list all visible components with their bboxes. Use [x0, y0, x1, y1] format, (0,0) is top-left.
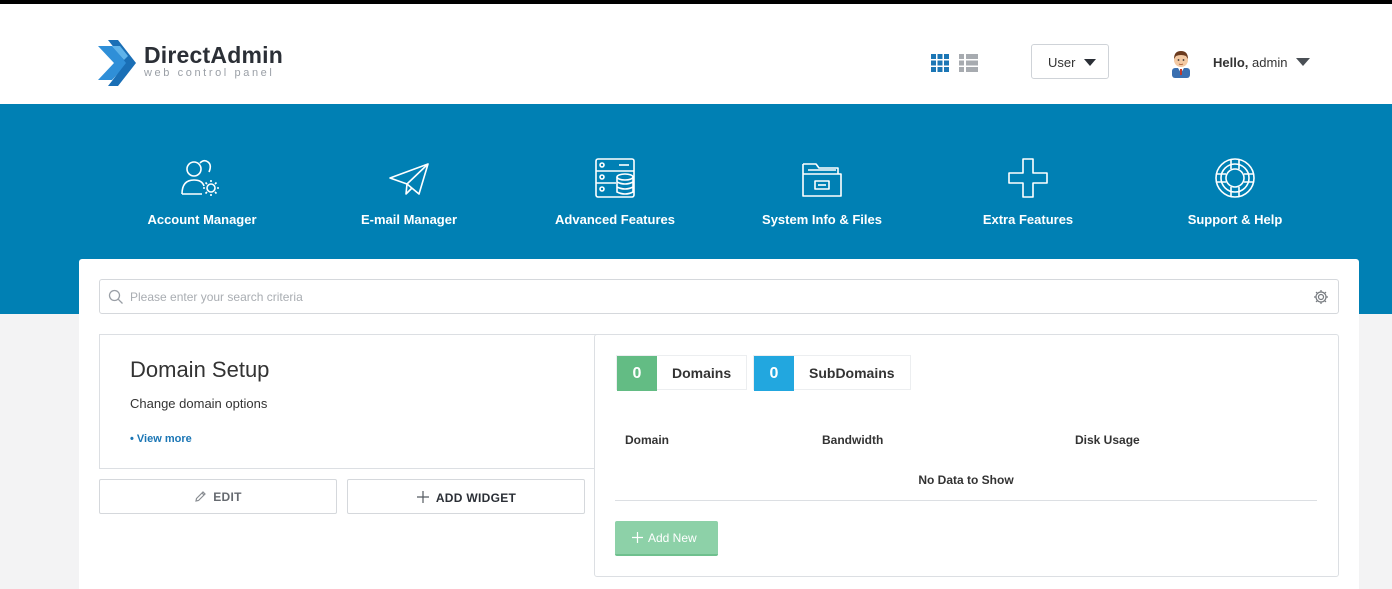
search-input[interactable]: [130, 287, 1300, 307]
logo-title: DirectAdmin: [144, 42, 283, 68]
greeting-label: Hello,: [1213, 55, 1249, 70]
nav-account-manager[interactable]: Account Manager: [102, 156, 302, 236]
add-new-label: Add New: [648, 531, 697, 545]
role-select-value: User: [1048, 55, 1076, 70]
nav-label: E-mail Manager: [360, 212, 458, 227]
search-icon: [108, 289, 123, 304]
nav-support-help[interactable]: Support & Help: [1135, 156, 1335, 236]
avatar[interactable]: [1169, 48, 1193, 78]
user-greeting[interactable]: Hello, admin: [1213, 55, 1287, 70]
subdomains-stat-label: SubDomains: [809, 365, 895, 381]
plus-icon: [632, 532, 643, 543]
view-more-link[interactable]: • View more: [130, 433, 192, 445]
nav-label: Support & Help: [1187, 212, 1283, 227]
nav-label: Extra Features: [982, 212, 1074, 227]
widget-title: Domain Setup: [130, 357, 270, 382]
header: DirectAdmin web control panel User Hello…: [0, 4, 1392, 104]
folder-icon: [802, 163, 842, 197]
edit-label: EDIT: [213, 490, 242, 504]
domain-setup-widget: Domain Setup Change domain options • Vie…: [99, 334, 599, 469]
server-database-icon: [595, 158, 635, 198]
logo-subtitle: web control panel: [144, 67, 275, 79]
gear-icon[interactable]: [1313, 289, 1329, 305]
table-divider: [615, 500, 1317, 501]
nav-label: System Info & Files: [762, 212, 882, 227]
lifebuoy-icon: [1215, 158, 1255, 198]
domains-stat[interactable]: 0 Domains: [616, 355, 747, 391]
column-header-bandwidth[interactable]: Bandwidth: [822, 433, 883, 447]
subdomains-count: 0: [754, 356, 794, 391]
domains-count: 0: [617, 356, 657, 391]
paper-plane-icon: [389, 163, 429, 195]
subdomains-stat[interactable]: 0 SubDomains: [753, 355, 911, 391]
user-menu-caret-icon[interactable]: [1296, 58, 1310, 66]
add-widget-button[interactable]: ADD WIDGET: [347, 479, 585, 514]
plus-icon: [1008, 158, 1048, 198]
plus-icon: [416, 491, 429, 503]
role-select[interactable]: User: [1031, 44, 1109, 79]
column-header-domain[interactable]: Domain: [625, 433, 669, 447]
caret-down-icon: [1084, 59, 1096, 66]
nav-label: Advanced Features: [555, 212, 675, 227]
nav-system-info-files[interactable]: System Info & Files: [722, 156, 922, 236]
list-view-icon[interactable]: [959, 54, 978, 72]
logo[interactable]: DirectAdmin web control panel: [98, 40, 298, 86]
nav-email-manager[interactable]: E-mail Manager: [309, 156, 509, 236]
users-gear-icon: [181, 159, 219, 196]
domains-widget: 0 Domains 0 SubDomains Domain Bandwidth …: [594, 334, 1339, 577]
edit-button[interactable]: EDIT: [99, 479, 337, 514]
empty-table-message: No Data to Show: [918, 473, 1014, 487]
logo-chevron-icon: [98, 40, 136, 86]
add-new-button[interactable]: Add New: [615, 521, 718, 556]
column-header-disk-usage[interactable]: Disk Usage: [1075, 433, 1140, 447]
user-name: admin: [1252, 55, 1288, 70]
nav-label: Account Manager: [147, 212, 257, 227]
domains-stat-label: Domains: [672, 365, 732, 381]
add-widget-label: ADD WIDGET: [435, 491, 517, 505]
pencil-icon: [195, 491, 207, 502]
widget-description: Change domain options: [130, 396, 268, 411]
grid-view-icon[interactable]: [931, 54, 949, 72]
nav-extra-features[interactable]: Extra Features: [928, 156, 1128, 236]
search-bar: [99, 279, 1339, 314]
nav-advanced-features[interactable]: Advanced Features: [515, 156, 715, 236]
